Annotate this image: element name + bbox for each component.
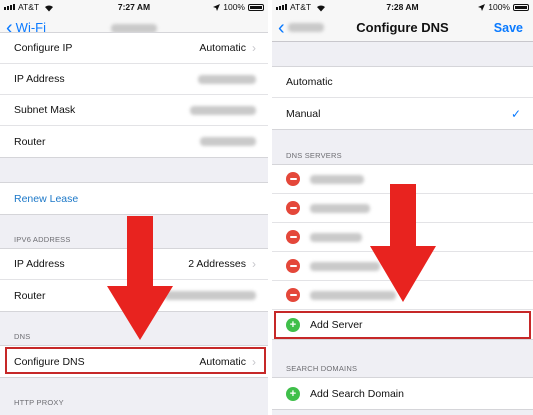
signal-icon (4, 4, 15, 10)
wifi-details-screen: AT&T 7:27 AM 100% ‹ Wi-Fi Configure IP Au… (0, 0, 268, 415)
back-label-redacted (287, 23, 324, 32)
signal-icon (276, 4, 287, 10)
manual-option[interactable]: Manual ✓ (272, 98, 533, 129)
minus-circle-icon[interactable] (286, 230, 300, 244)
http-proxy-header: HTTP PROXY (14, 398, 64, 407)
renew-lease-button[interactable]: Renew Lease (0, 183, 268, 214)
red-arrow-icon (107, 216, 173, 340)
battery-icon (248, 3, 264, 11)
search-domains-header: SEARCH DOMAINS (286, 364, 358, 373)
red-arrow-icon (370, 184, 436, 302)
wifi-icon (45, 5, 54, 12)
status-bar: AT&T 7:27 AM 100% (0, 0, 268, 14)
ipv6-address-value: 2 Addresses (188, 258, 246, 270)
chevron-right-icon: › (252, 257, 256, 271)
redacted-value (190, 105, 256, 115)
redacted-value (164, 291, 256, 300)
dns-servers-header: DNS SERVERS (286, 151, 342, 160)
status-bar: AT&T 7:28 AM 100% (272, 0, 533, 14)
renew-group: Renew Lease (0, 182, 268, 215)
minus-circle-icon[interactable] (286, 201, 300, 215)
chevron-left-icon: ‹ (278, 16, 285, 39)
ip-address-row: IP Address (0, 64, 268, 95)
dns-header: DNS (14, 332, 31, 341)
wifi-icon (317, 5, 326, 12)
battery-percent: 100% (223, 2, 245, 12)
redacted-value (198, 74, 256, 84)
carrier-label: AT&T (290, 2, 311, 12)
ipv6-header: IPV6 ADDRESS (14, 235, 71, 244)
configure-ip-value: Automatic (199, 42, 246, 54)
carrier-label: AT&T (18, 2, 39, 12)
router-row: Router (0, 126, 268, 157)
plus-circle-icon: + (286, 386, 300, 401)
configure-ip-row[interactable]: Configure IP Automatic › (0, 33, 268, 64)
redacted-server (310, 174, 364, 184)
nav-bar: ‹ Configure DNS Save (272, 14, 533, 42)
battery-icon (513, 3, 529, 11)
location-icon (213, 3, 221, 11)
minus-circle-icon[interactable] (286, 288, 300, 302)
add-server-highlight (274, 311, 531, 339)
ipv4-group: Configure IP Automatic › IP Address Subn… (0, 32, 268, 158)
minus-circle-icon[interactable] (286, 259, 300, 273)
redacted-server (310, 232, 362, 242)
checkmark-icon: ✓ (510, 106, 521, 121)
redacted-value (200, 137, 256, 146)
save-button[interactable]: Save (494, 21, 523, 35)
subnet-mask-row: Subnet Mask (0, 95, 268, 126)
search-domains-group: + Add Search Domain (272, 377, 533, 410)
minus-circle-icon[interactable] (286, 172, 300, 186)
chevron-right-icon: › (252, 41, 256, 55)
redacted-server (310, 203, 370, 213)
battery-percent: 100% (488, 2, 510, 12)
location-icon (478, 3, 486, 11)
configure-dns-screen: AT&T 7:28 AM 100% ‹ Configure DNS Save A… (272, 0, 533, 415)
dns-mode-group: Automatic Manual ✓ (272, 66, 533, 130)
add-search-domain-button[interactable]: + Add Search Domain (272, 378, 533, 409)
automatic-option[interactable]: Automatic (272, 67, 533, 98)
back-button[interactable]: ‹ (272, 16, 324, 39)
configure-dns-highlight (5, 347, 266, 374)
